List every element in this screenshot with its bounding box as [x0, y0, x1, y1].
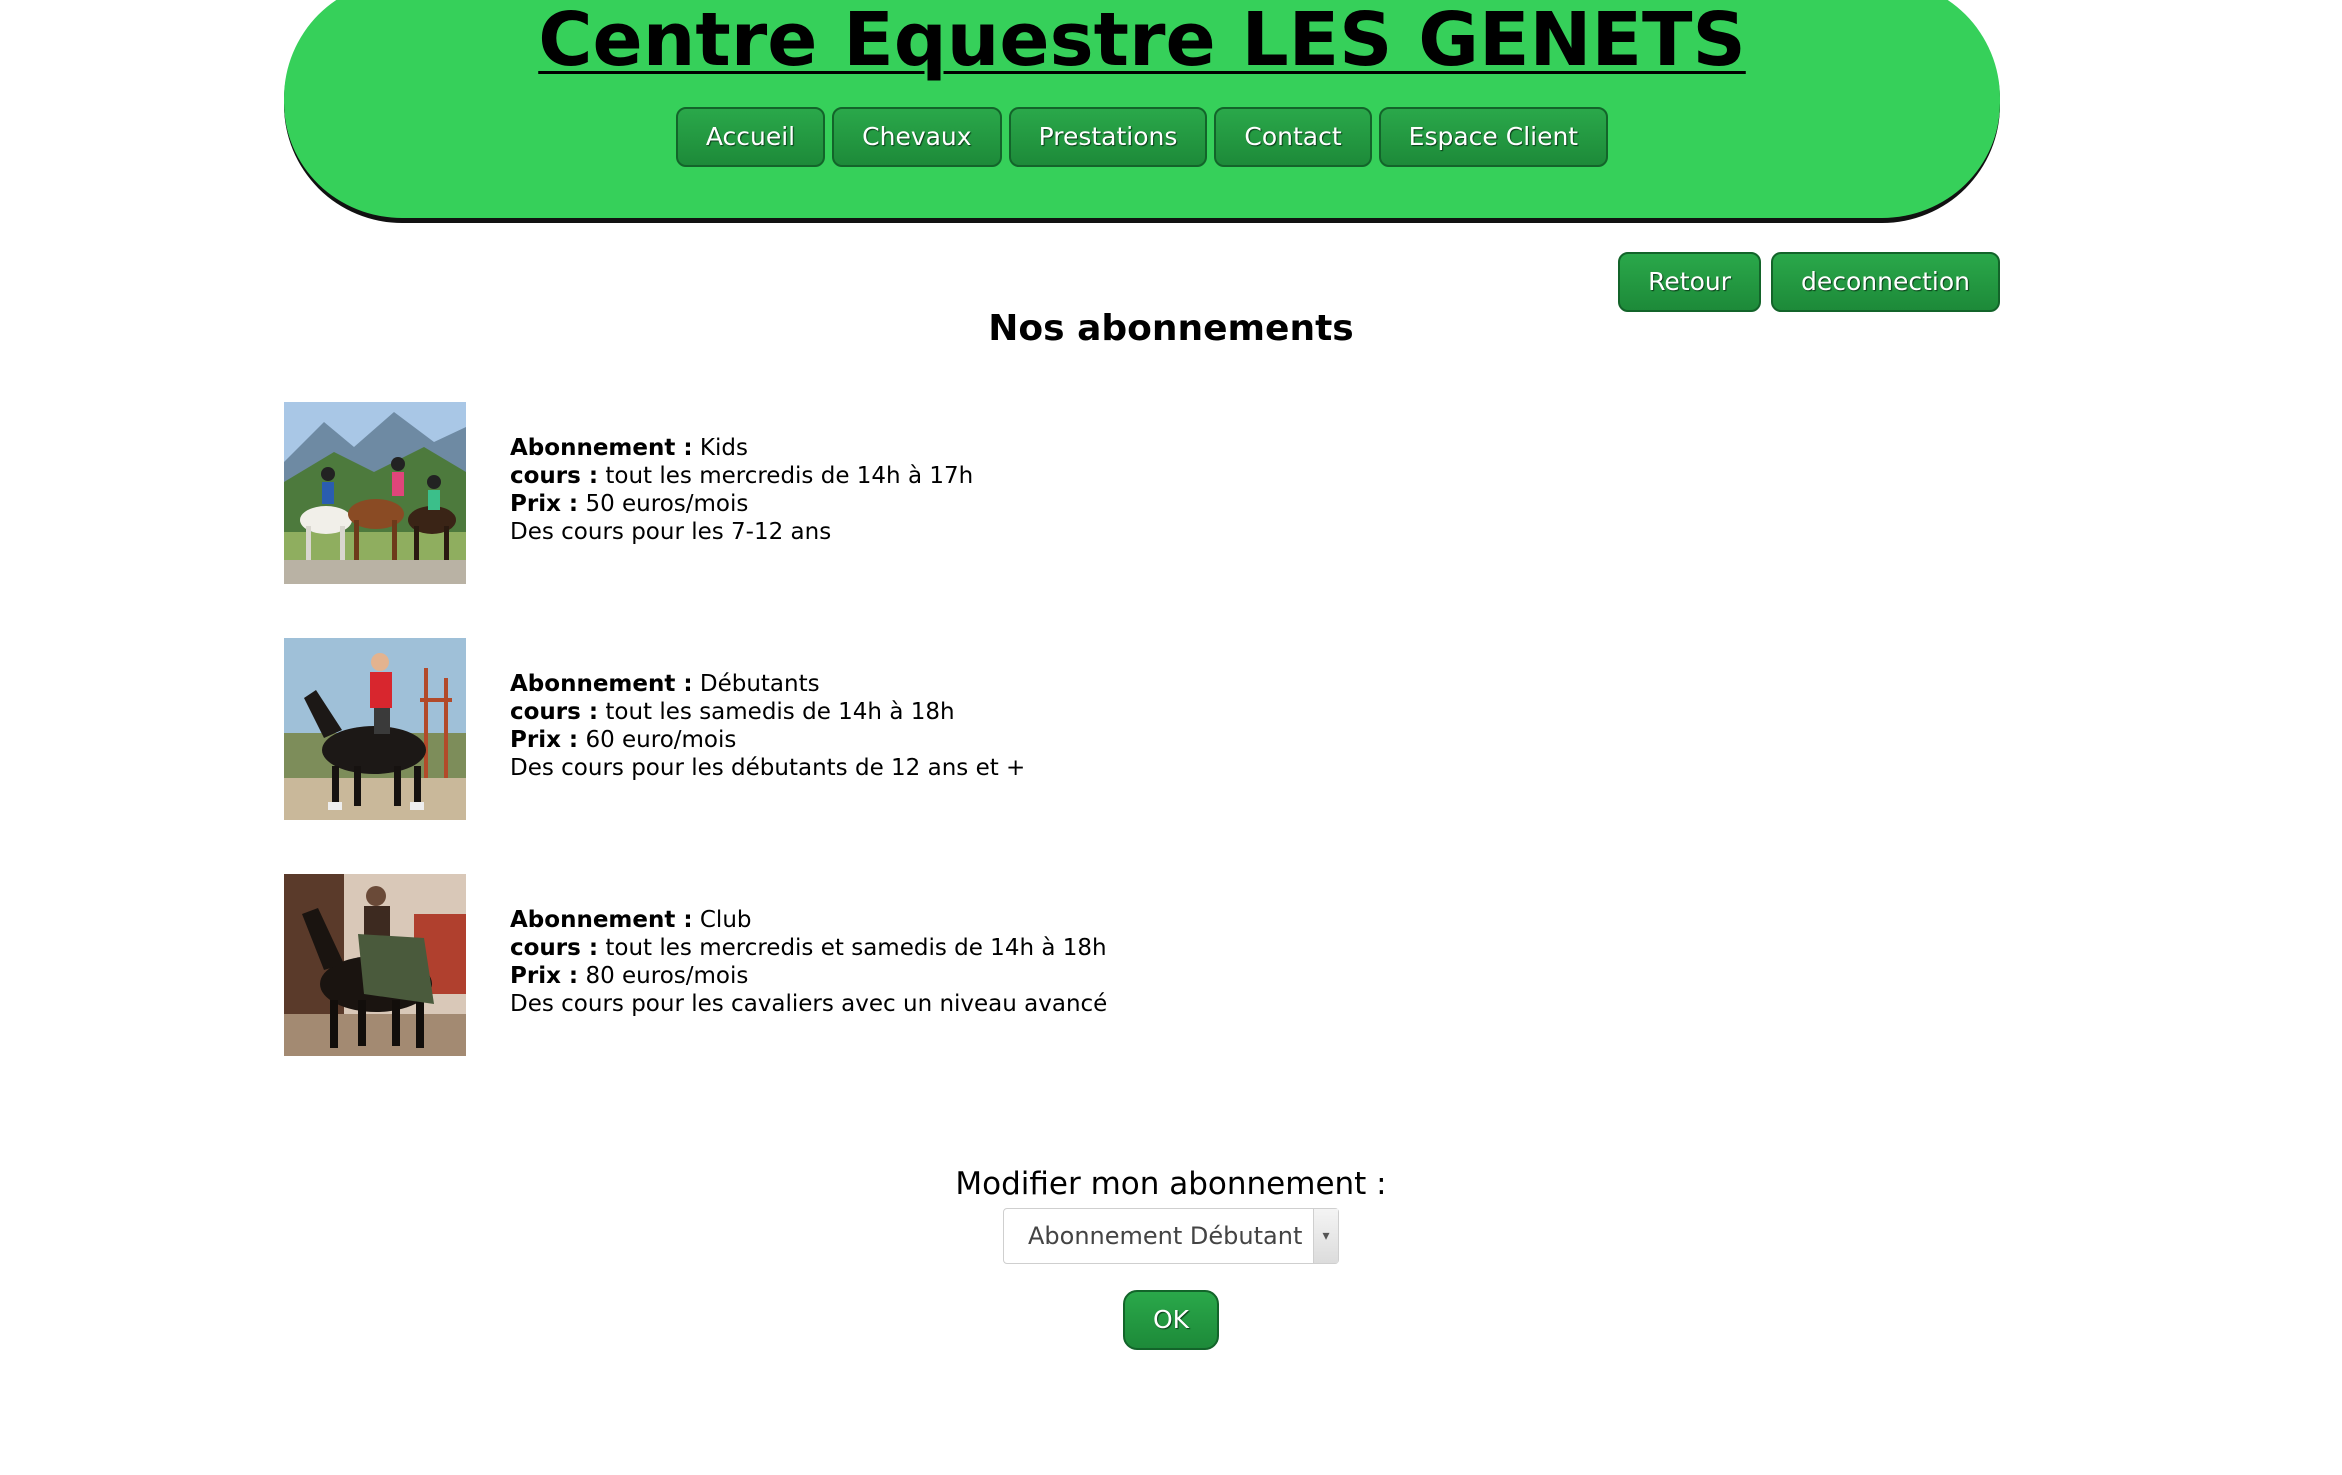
subscription-details: Abonnement : Club cours : tout les mercr… [510, 906, 1107, 1018]
prix-value: 50 euros/mois [585, 491, 749, 517]
nav-chevaux-button[interactable]: Chevaux [832, 107, 1002, 167]
chevron-down-icon[interactable]: ▾ [1313, 1209, 1338, 1263]
submit-row: OK [0, 1290, 2342, 1350]
prix-label: Prix : [510, 727, 579, 753]
top-actions: Retour deconnection [1618, 252, 2000, 312]
warrior-on-horse-photo [284, 874, 466, 1056]
cours-value: tout les samedis de 14h à 18h [605, 699, 955, 725]
ok-button[interactable]: OK [1122, 1290, 1220, 1350]
abonnement-value: Club [699, 907, 752, 933]
cours-label: cours : [510, 699, 599, 725]
section-title: Nos abonnements [988, 308, 1354, 349]
subscription-select[interactable]: Abonnement Débutant ▾ [1003, 1208, 1339, 1264]
cours-label: cours : [510, 463, 599, 489]
site-header: Centre Equestre LES GENETS Accueil Cheva… [284, 0, 2000, 221]
subscription-details: Abonnement : Débutants cours : tout les … [510, 670, 1025, 782]
site-title: Centre Equestre LES GENETS [538, 0, 1746, 83]
abonnement-label: Abonnement : [510, 907, 693, 933]
page: Centre Equestre LES GENETS Accueil Cheva… [0, 0, 2342, 1475]
abonnement-label: Abonnement : [510, 435, 693, 461]
abonnement-value: Débutants [699, 671, 820, 697]
abonnement-label: Abonnement : [510, 671, 693, 697]
subscription-details: Abonnement : Kids cours : tout les mercr… [510, 434, 973, 546]
prix-label: Prix : [510, 963, 579, 989]
subscription-description: Des cours pour les cavaliers avec un niv… [510, 991, 1108, 1017]
back-button[interactable]: Retour [1618, 252, 1761, 312]
subscription-select-value: Abonnement Débutant [1028, 1222, 1303, 1250]
nav-accueil-button[interactable]: Accueil [675, 107, 826, 167]
cours-value: tout les mercredis de 14h à 17h [605, 463, 974, 489]
cours-value: tout les mercredis et samedis de 14h à 1… [605, 935, 1107, 961]
main-nav: Accueil Chevaux Prestations Contact Espa… [284, 107, 2000, 167]
nav-espace-client-button[interactable]: Espace Client [1378, 107, 1609, 167]
prix-value: 80 euros/mois [585, 963, 749, 989]
cours-label: cours : [510, 935, 599, 961]
modify-subscription-label: Modifier mon abonnement : [955, 1166, 1387, 1202]
subscription-description: Des cours pour les débutants de 12 ans e… [510, 755, 1026, 781]
logout-button[interactable]: deconnection [1771, 252, 2000, 312]
nav-prestations-button[interactable]: Prestations [1008, 107, 1208, 167]
rider-on-black-horse-photo [284, 638, 466, 820]
prix-label: Prix : [510, 491, 579, 517]
kids-riding-ponies-photo [284, 402, 466, 584]
abonnement-value: Kids [699, 435, 748, 461]
prix-value: 60 euro/mois [585, 727, 737, 753]
modify-subscription-form: Modifier mon abonnement : Abonnement Déb… [0, 1164, 2342, 1268]
nav-contact-button[interactable]: Contact [1214, 107, 1372, 167]
subscription-description: Des cours pour les 7-12 ans [510, 519, 832, 545]
